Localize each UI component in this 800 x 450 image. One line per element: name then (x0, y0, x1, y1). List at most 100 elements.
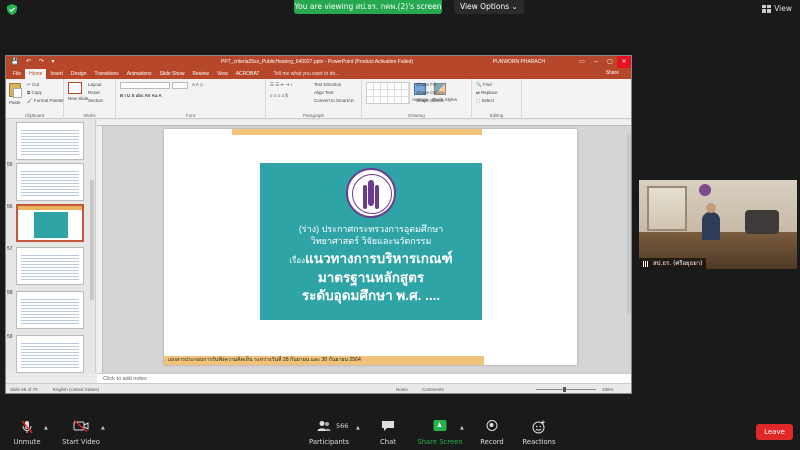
record-label: Record (480, 438, 504, 446)
select-button[interactable]: ⬚ Select (476, 98, 494, 104)
view-options-button[interactable]: View Options ⌄ (454, 0, 524, 14)
slide-editing-area[interactable]: (ร่าง) ประกาศกระทรวงการอุดมศึกษา วิทยาศา… (97, 120, 631, 373)
font-group: A A ◇ B I U S abc AV Aa A Font (116, 79, 266, 119)
font-format-buttons[interactable]: B I U S abc AV Aa A (120, 93, 162, 98)
tab-slide-show[interactable]: Slide Show (156, 69, 189, 79)
zoom-meeting-window: You are viewing สป.ธร. กคพ.(2)'s screen … (0, 0, 800, 450)
unmute-label: Unmute (13, 438, 41, 446)
tab-design[interactable]: Design (67, 69, 91, 79)
chat-button[interactable]: Chat (374, 414, 402, 450)
participants-count: 566 (336, 422, 349, 430)
shape-fill-button[interactable]: Shape Fill (416, 82, 436, 87)
zoom-slider[interactable] (536, 389, 596, 390)
grid-view-icon (762, 4, 772, 13)
editing-group: 🔍 Find ⇄ Replace ⬚ Select Editing (472, 79, 522, 119)
slide-number: 58 (7, 290, 13, 296)
text-direction-button[interactable]: Text Direction (314, 82, 341, 87)
slide-thumbnail[interactable] (16, 335, 84, 373)
tell-me-box[interactable]: Tell me what you want to do... (270, 69, 344, 79)
section-button[interactable]: Section (88, 98, 103, 103)
ppt-title-bar: 💾 ↶ ↷ ▾ PPT_criteria25xx_PublicHearing_6… (6, 56, 631, 68)
copy-button[interactable]: ⧉ Copy (27, 90, 42, 95)
comments-button[interactable]: Comments (422, 384, 444, 393)
new-slide-icon[interactable] (68, 82, 82, 94)
participants-label: Participants (309, 438, 349, 446)
new-slide-button[interactable]: New Slide (68, 96, 88, 101)
tab-file[interactable]: File (9, 69, 25, 79)
ribbon-display-icon[interactable]: ▭ (575, 56, 589, 68)
reactions-button[interactable]: Reactions (520, 414, 558, 450)
audio-options-caret[interactable]: ▲ (44, 425, 48, 431)
zoom-slider-thumb[interactable] (563, 387, 566, 392)
language-status[interactable]: English (United States) (53, 384, 99, 393)
tab-home[interactable]: Home (25, 69, 47, 79)
font-size-controls[interactable]: A A ◇ (192, 82, 203, 88)
shield-icon[interactable] (7, 4, 17, 15)
paste-button[interactable]: Paste (9, 100, 21, 105)
slide-footer: เอกสารประกอบการรับฟังความคิดเห็น ระหว่าง… (164, 356, 484, 365)
vertical-ruler (97, 126, 103, 373)
start-video-label: Start Video (62, 438, 100, 446)
participant-video-tile[interactable]: สป.ธร. (ศรีอยุธยา) (639, 180, 797, 269)
font-size-box[interactable] (172, 82, 188, 89)
paste-icon[interactable] (9, 83, 22, 98)
slide-thumbnail[interactable] (16, 247, 84, 285)
share-screen-button[interactable]: Share Screen (414, 414, 466, 450)
font-group-label: Font (185, 113, 195, 118)
record-button[interactable]: Record (476, 414, 508, 450)
participant-person (702, 203, 720, 240)
tab-animations[interactable]: Animations (123, 69, 156, 79)
tab-review[interactable]: Review (189, 69, 213, 79)
zoom-level[interactable]: 106% (602, 384, 614, 393)
notes-pane[interactable]: Click to add notes (97, 373, 631, 383)
leave-button[interactable]: Leave (756, 424, 793, 440)
participants-button[interactable]: 566 Participants (306, 414, 352, 450)
replace-button[interactable]: ⇄ Replace (476, 90, 498, 96)
shared-screen-powerpoint[interactable]: 💾 ↶ ↷ ▾ PPT_criteria25xx_PublicHearing_6… (5, 55, 632, 394)
slide-number: 59 (7, 334, 13, 340)
shapes-gallery[interactable] (366, 82, 410, 104)
view-button[interactable]: View (762, 4, 792, 13)
shape-effects-button[interactable]: Shape Effects (416, 98, 444, 103)
share-options-caret[interactable]: ▲ (460, 425, 464, 431)
title-box[interactable]: (ร่าง) ประกาศกระทรวงการอุดมศึกษา วิทยาศา… (260, 163, 482, 320)
current-slide[interactable]: (ร่าง) ประกาศกระทรวงการอุดมศึกษา วิทยาศา… (164, 129, 577, 365)
tab-transitions[interactable]: Transitions (91, 69, 123, 79)
share-button[interactable]: Share (602, 68, 623, 78)
slide-thumbnail[interactable] (16, 291, 84, 329)
horizontal-ruler (97, 120, 631, 126)
slide-number: 55 (7, 162, 13, 168)
ppt-window-title: PPT_criteria25xx_PublicHearing_640927.pp… (221, 59, 414, 65)
thumbnails-scrollbar[interactable] (90, 180, 94, 300)
slide-number: 57 (7, 246, 13, 252)
align-buttons[interactable]: ≡ ≡ ≡ ≡ ⫼ (270, 93, 288, 98)
slide-thumbnail-selected[interactable] (16, 204, 84, 242)
window-controls: ▭ – ▢ ✕ (575, 56, 631, 68)
participants-options-caret[interactable]: ▲ (356, 425, 360, 431)
tab-acrobat[interactable]: ACROBAT (232, 69, 264, 79)
layout-button[interactable]: Layout (88, 82, 102, 87)
cut-button[interactable]: ✂ Cut (27, 82, 39, 88)
convert-smartart-button[interactable]: Convert to SmartArt (314, 98, 354, 103)
notes-button[interactable]: Notes (396, 384, 408, 393)
slide-scrollbar[interactable] (627, 134, 631, 314)
close-icon[interactable]: ✕ (617, 56, 631, 68)
slide-thumbnail[interactable] (16, 163, 84, 201)
format-painter-button[interactable]: 🖌 Format Painter (27, 98, 64, 104)
slide-thumbnail[interactable] (16, 122, 84, 160)
video-options-caret[interactable]: ▲ (101, 425, 105, 431)
font-name-box[interactable] (120, 82, 170, 89)
shape-outline-button[interactable]: Shape Outline (416, 90, 445, 95)
reset-button[interactable]: Reset (88, 90, 100, 95)
list-buttons[interactable]: ☰ ☰ ⇤ ⇥ ↕ (270, 82, 293, 88)
unmute-button[interactable]: Unmute (10, 414, 44, 450)
maximize-icon[interactable]: ▢ (603, 56, 617, 68)
find-button[interactable]: 🔍 Find (476, 82, 492, 88)
minimize-icon[interactable]: – (589, 56, 603, 68)
slide-thumbnails-pane[interactable]: 55 56 57 58 59 (6, 120, 96, 373)
start-video-button[interactable]: Start Video (60, 414, 102, 450)
tab-insert[interactable]: Insert (46, 69, 67, 79)
align-text-button[interactable]: Align Text (314, 90, 333, 95)
tab-view[interactable]: View (213, 69, 232, 79)
quick-access-toolbar[interactable]: 💾 ↶ ↷ ▾ (11, 56, 58, 68)
